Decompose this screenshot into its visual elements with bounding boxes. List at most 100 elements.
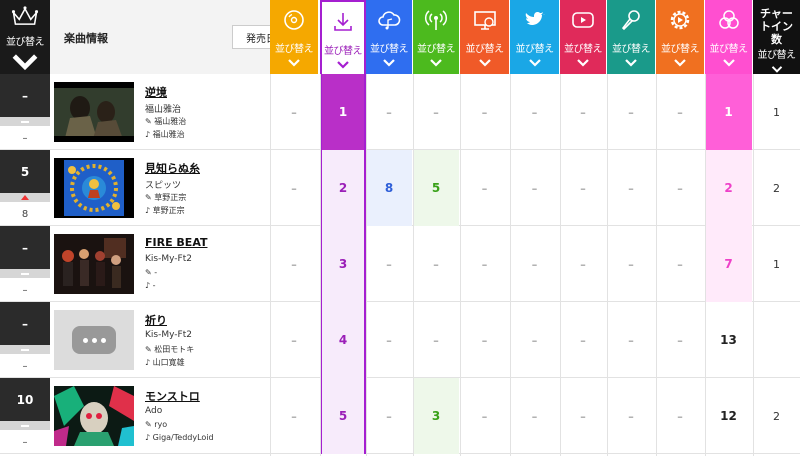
rank-cell: – bbox=[481, 333, 488, 347]
rank-cell: – bbox=[481, 409, 488, 423]
rank-sort-header[interactable]: 並び替え bbox=[0, 0, 50, 74]
sort-label: 並び替え bbox=[564, 44, 603, 55]
song-title-link[interactable]: FIRE BEAT bbox=[145, 236, 207, 249]
video-thumbnail[interactable] bbox=[54, 158, 134, 218]
previous-rank: 8 bbox=[21, 208, 29, 220]
pencil-icon: ✎ bbox=[145, 117, 152, 126]
crown-icon bbox=[11, 6, 39, 25]
rank-cell: 4 bbox=[320, 302, 366, 378]
current-rank: 5 bbox=[0, 150, 50, 193]
composer-name: 山口寛雄 bbox=[152, 358, 185, 367]
music-note-icon: ♪ bbox=[145, 433, 151, 442]
composer-credit: ♪ 草野正宗 bbox=[145, 205, 185, 216]
music-note-icon: ♪ bbox=[145, 281, 151, 290]
rank-cell: 1 bbox=[773, 105, 780, 119]
lyricist-credit: ✎ ryo bbox=[145, 420, 167, 429]
rank-cell: – bbox=[433, 105, 439, 119]
sort-label: 並び替え bbox=[465, 44, 505, 55]
sort-label: 並び替え bbox=[515, 44, 555, 55]
rank-cell: – bbox=[291, 257, 297, 271]
lyricist-name: 松田モトキ bbox=[154, 345, 195, 354]
rank-cell: – bbox=[628, 409, 634, 423]
rank-cell: 7 bbox=[705, 226, 752, 302]
rank-change-indicator bbox=[0, 269, 50, 278]
video-thumbnail[interactable] bbox=[54, 386, 134, 446]
rank-cell: 2 bbox=[705, 150, 752, 226]
pencil-icon: ✎ bbox=[145, 420, 152, 429]
column-divider bbox=[656, 74, 657, 456]
video-thumbnail[interactable] bbox=[54, 234, 134, 294]
rank-cell: – bbox=[580, 257, 586, 271]
music-note-icon: ♪ bbox=[145, 358, 151, 367]
sort-label: 並び替え bbox=[661, 44, 700, 55]
rank-cell: 13 bbox=[720, 333, 737, 347]
sort-header-pc-lookup[interactable]: 並び替え bbox=[460, 0, 509, 74]
column-divider bbox=[560, 74, 561, 456]
sort-header-gyao[interactable]: 並び替え bbox=[656, 0, 704, 74]
cloud-music-icon bbox=[378, 11, 401, 30]
song-title-link[interactable]: 逆境 bbox=[145, 84, 167, 100]
rank-change-indicator bbox=[0, 117, 50, 126]
rank-cell: – bbox=[580, 181, 586, 195]
rank-cell: – bbox=[531, 181, 538, 195]
sort-header-youtube[interactable]: 並び替え bbox=[560, 0, 606, 74]
lyricist-credit: ✎ 松田モトキ bbox=[145, 344, 194, 355]
current-rank: – bbox=[0, 302, 50, 345]
chevron-down-icon bbox=[528, 59, 541, 67]
rank-cell: 1 bbox=[320, 74, 366, 150]
rank-cell: – bbox=[628, 181, 634, 195]
artist-name: Kis-My-Ft2 bbox=[145, 254, 192, 264]
sort-header-download[interactable]: 並び替え bbox=[320, 0, 366, 74]
rank-cell: – bbox=[531, 105, 538, 119]
sort-header-karaoke[interactable]: 並び替え bbox=[607, 0, 655, 74]
composer-credit: ♪ Giga/TeddyLoid bbox=[145, 433, 214, 442]
composer-name: 福山雅治 bbox=[152, 130, 185, 139]
sort-header-twitter[interactable]: 並び替え bbox=[510, 0, 559, 74]
lyricist-credit: ✎ 草野正宗 bbox=[145, 192, 186, 203]
video-thumbnail-placeholder[interactable] bbox=[54, 310, 134, 370]
song-info-header: 楽曲情報 発売日 bbox=[50, 0, 307, 74]
sort-header-radio[interactable]: 並び替え bbox=[413, 0, 459, 74]
rank-change-indicator bbox=[0, 193, 50, 202]
song-title-link[interactable]: 見知らぬ糸 bbox=[145, 160, 200, 176]
artist-name: 福山雅治 bbox=[145, 105, 182, 115]
rank-cell: 12 bbox=[720, 409, 737, 423]
song-title-link[interactable]: モンストロ bbox=[145, 388, 200, 404]
chevron-down-icon bbox=[577, 59, 589, 67]
composer-name: - bbox=[152, 281, 156, 290]
rank-cell bbox=[753, 302, 800, 378]
rank-change-indicator bbox=[0, 421, 50, 430]
rank-cell: 2 bbox=[773, 181, 780, 195]
rank-cell: – bbox=[677, 181, 683, 195]
rank-cell: – bbox=[481, 105, 488, 119]
video-thumbnail[interactable] bbox=[54, 82, 134, 142]
column-divider bbox=[413, 74, 414, 456]
column-divider bbox=[607, 74, 608, 456]
sort-header-total[interactable]: 並び替え bbox=[705, 0, 752, 74]
no-change-icon bbox=[21, 348, 29, 351]
rank-cell: – bbox=[531, 333, 538, 347]
sort-header-streaming[interactable]: 並び替え bbox=[366, 0, 412, 74]
rank-cell: 3 bbox=[413, 378, 459, 454]
rank-cell: – bbox=[291, 105, 297, 119]
rank-cell: – bbox=[628, 105, 634, 119]
no-change-icon bbox=[21, 120, 29, 123]
rank-cell: 8 bbox=[366, 150, 412, 226]
youtube-icon bbox=[572, 12, 594, 28]
pc-disc-icon bbox=[473, 11, 496, 30]
composer-credit: ♪ 山口寛雄 bbox=[145, 357, 185, 368]
chevron-down-icon bbox=[625, 59, 637, 67]
previous-rank: – bbox=[22, 132, 28, 144]
column-divider bbox=[366, 74, 367, 456]
rank-cell: 3 bbox=[320, 226, 366, 302]
rank-cell: – bbox=[531, 409, 538, 423]
table-row: 5 8 見知らぬ糸 スピッツ ✎ 草野正宗 ♪ 草野正宗 –2 8 5– – – – –2 2 bbox=[0, 150, 800, 226]
song-title-link[interactable]: 祈り bbox=[145, 312, 167, 328]
pencil-icon: ✎ bbox=[145, 345, 152, 354]
rank-cell: – bbox=[291, 409, 297, 423]
rank-up-arrow-icon bbox=[21, 195, 29, 200]
table-row: – – 逆境 福山雅治 ✎ 福山雅治 ♪ 福山雅治 –1– – – – – – –1 1 bbox=[0, 74, 800, 150]
sort-header-chart-in-count[interactable]: チャートイン数 並び替え bbox=[753, 0, 800, 74]
sort-header-cd[interactable]: 並び替え bbox=[270, 0, 318, 74]
rank-cell: – bbox=[291, 181, 297, 195]
